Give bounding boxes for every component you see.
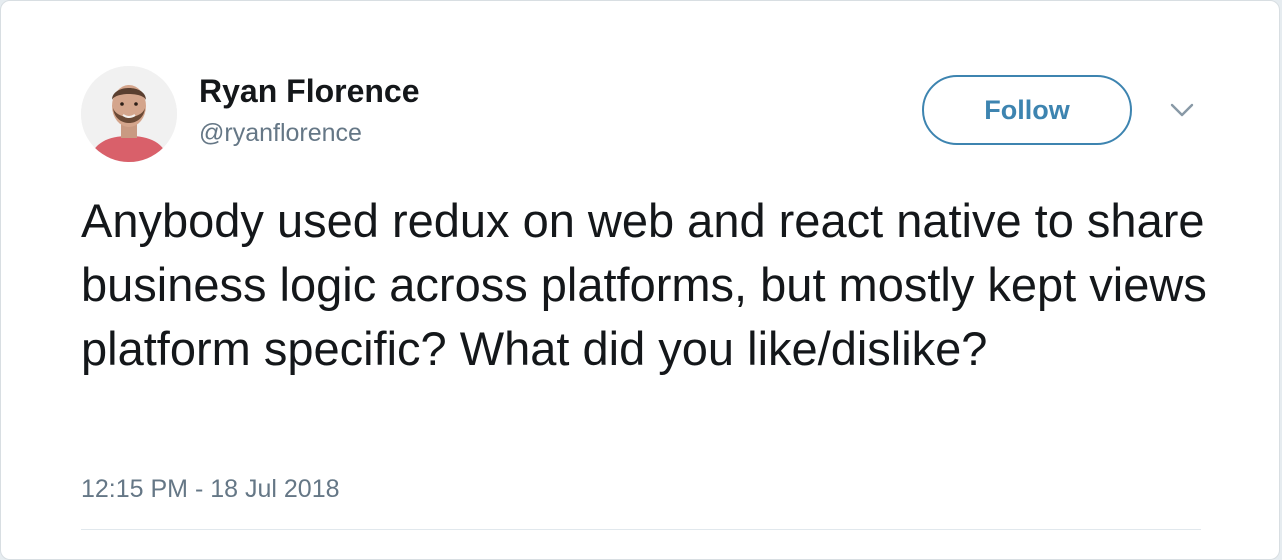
divider bbox=[81, 529, 1201, 530]
tweet-card: Ryan Florence @ryanflorence Follow Anybo… bbox=[0, 0, 1280, 560]
tweet-timestamp[interactable]: 12:15 PM - 18 Jul 2018 bbox=[81, 473, 340, 505]
chevron-down-icon[interactable] bbox=[1169, 97, 1195, 123]
avatar[interactable] bbox=[81, 66, 177, 162]
author-display-name[interactable]: Ryan Florence bbox=[199, 71, 420, 111]
tweet-text: Anybody used redux on web and react nati… bbox=[81, 194, 1207, 375]
follow-button[interactable]: Follow bbox=[922, 75, 1132, 145]
author-handle[interactable]: @ryanflorence bbox=[199, 117, 362, 149]
